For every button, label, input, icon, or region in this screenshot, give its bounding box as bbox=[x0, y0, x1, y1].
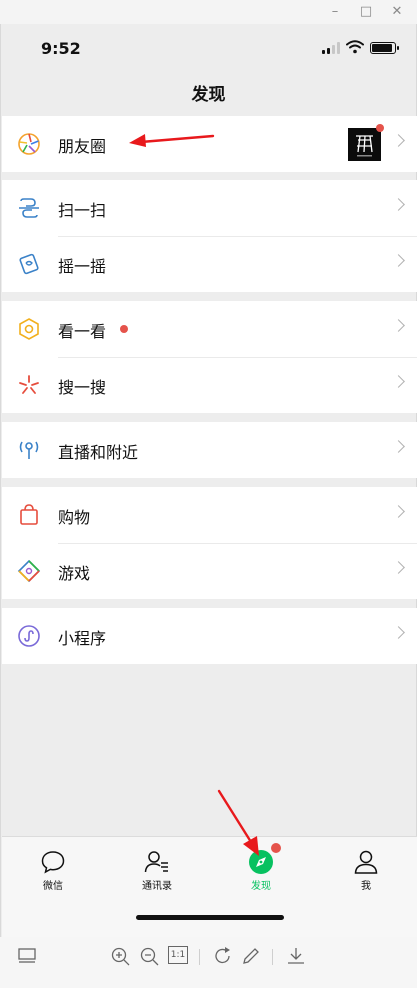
status-bar: 9:52 bbox=[1, 24, 416, 72]
menu-label-shake: 摇一摇 bbox=[58, 257, 107, 276]
top-stories-new-badge bbox=[120, 325, 128, 333]
contacts-icon bbox=[144, 851, 168, 873]
moments-latest-thumbnail bbox=[348, 128, 381, 161]
menu-item-shopping[interactable]: 购物 bbox=[2, 487, 417, 543]
chevron-right-icon bbox=[392, 505, 405, 518]
menu-item-search[interactable]: 搜一搜 bbox=[2, 357, 417, 413]
status-time: 9:52 bbox=[41, 39, 81, 58]
scan-icon bbox=[19, 198, 39, 218]
menu-item-games[interactable]: 游戏 bbox=[2, 543, 417, 599]
menu-label-games: 游戏 bbox=[58, 564, 91, 583]
chevron-right-icon bbox=[392, 626, 405, 639]
download-icon[interactable] bbox=[285, 945, 307, 967]
shopping-icon bbox=[20, 504, 38, 525]
mini-programs-icon bbox=[18, 625, 40, 647]
thumbnail-view-icon[interactable] bbox=[16, 945, 38, 967]
menu-label-shopping: 购物 bbox=[58, 508, 91, 527]
chats-icon bbox=[41, 851, 65, 874]
chevron-right-icon bbox=[392, 561, 405, 574]
search-icon bbox=[19, 375, 39, 394]
wifi-icon bbox=[346, 40, 364, 54]
tab-label-contacts: 通讯录 bbox=[142, 881, 172, 892]
home-indicator[interactable] bbox=[136, 915, 284, 920]
discover-tab-badge bbox=[271, 843, 281, 853]
tab-label-discover: 发现 bbox=[251, 881, 271, 892]
discover-compass-icon bbox=[249, 850, 273, 874]
tab-discover[interactable]: 发现 bbox=[231, 849, 291, 897]
minimize-icon[interactable]: – bbox=[327, 4, 343, 20]
group-live-nearby: 直播和附近 bbox=[2, 422, 417, 478]
tab-chats[interactable]: 微信 bbox=[23, 849, 83, 897]
maximize-icon[interactable]: □ bbox=[358, 4, 374, 20]
menu-label-top-stories: 看一看 bbox=[58, 322, 107, 341]
menu-label-search: 搜一搜 bbox=[58, 378, 107, 397]
rotate-icon[interactable] bbox=[212, 945, 234, 967]
group-mini-programs: 小程序 bbox=[2, 608, 417, 664]
menu-label-mini-programs: 小程序 bbox=[58, 629, 107, 648]
group-shopping-games: 购物 游戏 bbox=[2, 487, 417, 599]
moments-icon bbox=[18, 133, 40, 155]
chevron-right-icon bbox=[392, 134, 405, 147]
bottom-tab-bar: 微信 通讯录 发现 我 bbox=[2, 836, 417, 937]
chevron-right-icon bbox=[392, 440, 405, 453]
group-moments: 朋友圈 bbox=[2, 116, 417, 172]
menu-item-scan[interactable]: 扫一扫 bbox=[2, 180, 417, 236]
window-titlebar: – □ ✕ bbox=[0, 0, 417, 24]
zoom-in-icon[interactable] bbox=[109, 945, 131, 967]
shake-icon bbox=[19, 253, 39, 275]
tab-me[interactable]: 我 bbox=[336, 849, 396, 897]
actual-size-button[interactable]: 1:1 bbox=[168, 946, 188, 964]
games-icon bbox=[17, 559, 41, 583]
top-stories-icon bbox=[19, 318, 39, 340]
moments-new-badge bbox=[376, 124, 384, 132]
group-stories-search: 看一看 搜一搜 bbox=[2, 301, 417, 413]
toolbar-divider bbox=[272, 949, 273, 965]
menu-item-shake[interactable]: 摇一摇 bbox=[2, 236, 417, 292]
menu-item-top-stories[interactable]: 看一看 bbox=[2, 301, 417, 357]
chevron-right-icon bbox=[392, 198, 405, 211]
tab-label-chats: 微信 bbox=[43, 881, 63, 892]
page-title: 发现 bbox=[191, 85, 226, 105]
menu-item-live-nearby[interactable]: 直播和附近 bbox=[2, 422, 417, 478]
menu-item-mini-programs[interactable]: 小程序 bbox=[2, 608, 417, 664]
live-nearby-icon bbox=[19, 441, 39, 459]
cellular-signal-icon bbox=[322, 42, 342, 54]
chevron-right-icon bbox=[392, 254, 405, 267]
viewer-toolbar: 1:1 bbox=[0, 937, 417, 988]
battery-icon bbox=[370, 42, 399, 54]
menu-label-live-nearby: 直播和附近 bbox=[58, 443, 139, 462]
tab-label-me: 我 bbox=[361, 881, 371, 892]
chevron-right-icon bbox=[392, 319, 405, 332]
edit-pencil-icon[interactable] bbox=[240, 945, 262, 967]
close-icon[interactable]: ✕ bbox=[389, 4, 405, 20]
group-scan-shake: 扫一扫 摇一摇 bbox=[2, 180, 417, 292]
tab-contacts[interactable]: 通讯录 bbox=[127, 849, 187, 897]
me-icon bbox=[354, 850, 378, 874]
chevron-right-icon bbox=[392, 375, 405, 388]
menu-label-moments: 朋友圈 bbox=[58, 137, 107, 156]
menu-label-scan: 扫一扫 bbox=[58, 201, 107, 220]
toolbar-divider bbox=[199, 949, 200, 965]
zoom-out-icon[interactable] bbox=[138, 945, 160, 967]
phone-screen: 9:52 发现 朋友圈 扫一扫 摇一摇 看一看 搜一搜 直播和附近 购物 游戏 … bbox=[0, 24, 417, 937]
menu-item-moments[interactable]: 朋友圈 bbox=[2, 116, 417, 172]
